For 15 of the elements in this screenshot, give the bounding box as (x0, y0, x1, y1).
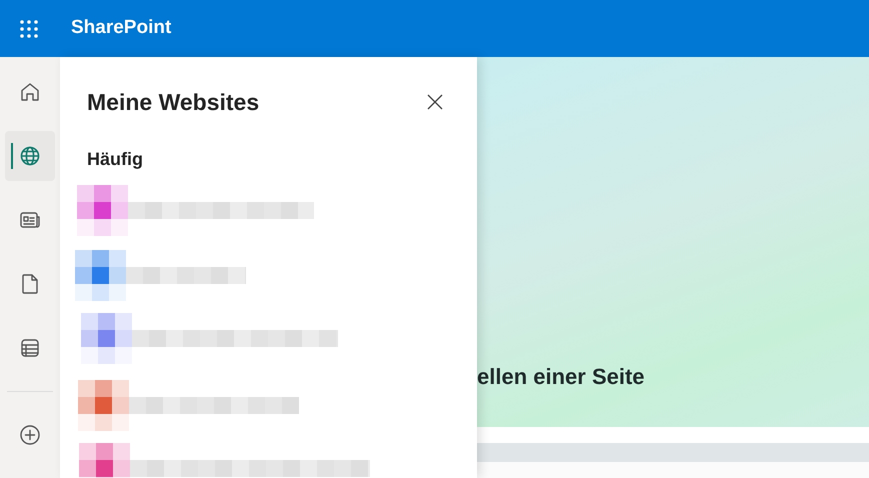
waffle-icon (18, 18, 38, 38)
pixelated-site-item[interactable] (77, 184, 314, 236)
section-heading: Häufig (86, 148, 144, 171)
pixelated-site-item[interactable] (75, 250, 246, 300)
pixelated-site-item[interactable] (81, 312, 338, 364)
app-title[interactable]: SharePoint (71, 14, 172, 43)
home-icon (19, 81, 41, 103)
list-icon (19, 337, 41, 359)
nav-item[interactable] (5, 131, 55, 181)
close-icon (427, 94, 443, 110)
pixelated-site-item[interactable] (78, 380, 299, 430)
globe-icon (19, 145, 41, 167)
hero-heading: ellen einer Seite (477, 363, 645, 391)
add-icon (19, 424, 41, 446)
panel-title: Meine Websites (87, 88, 260, 117)
